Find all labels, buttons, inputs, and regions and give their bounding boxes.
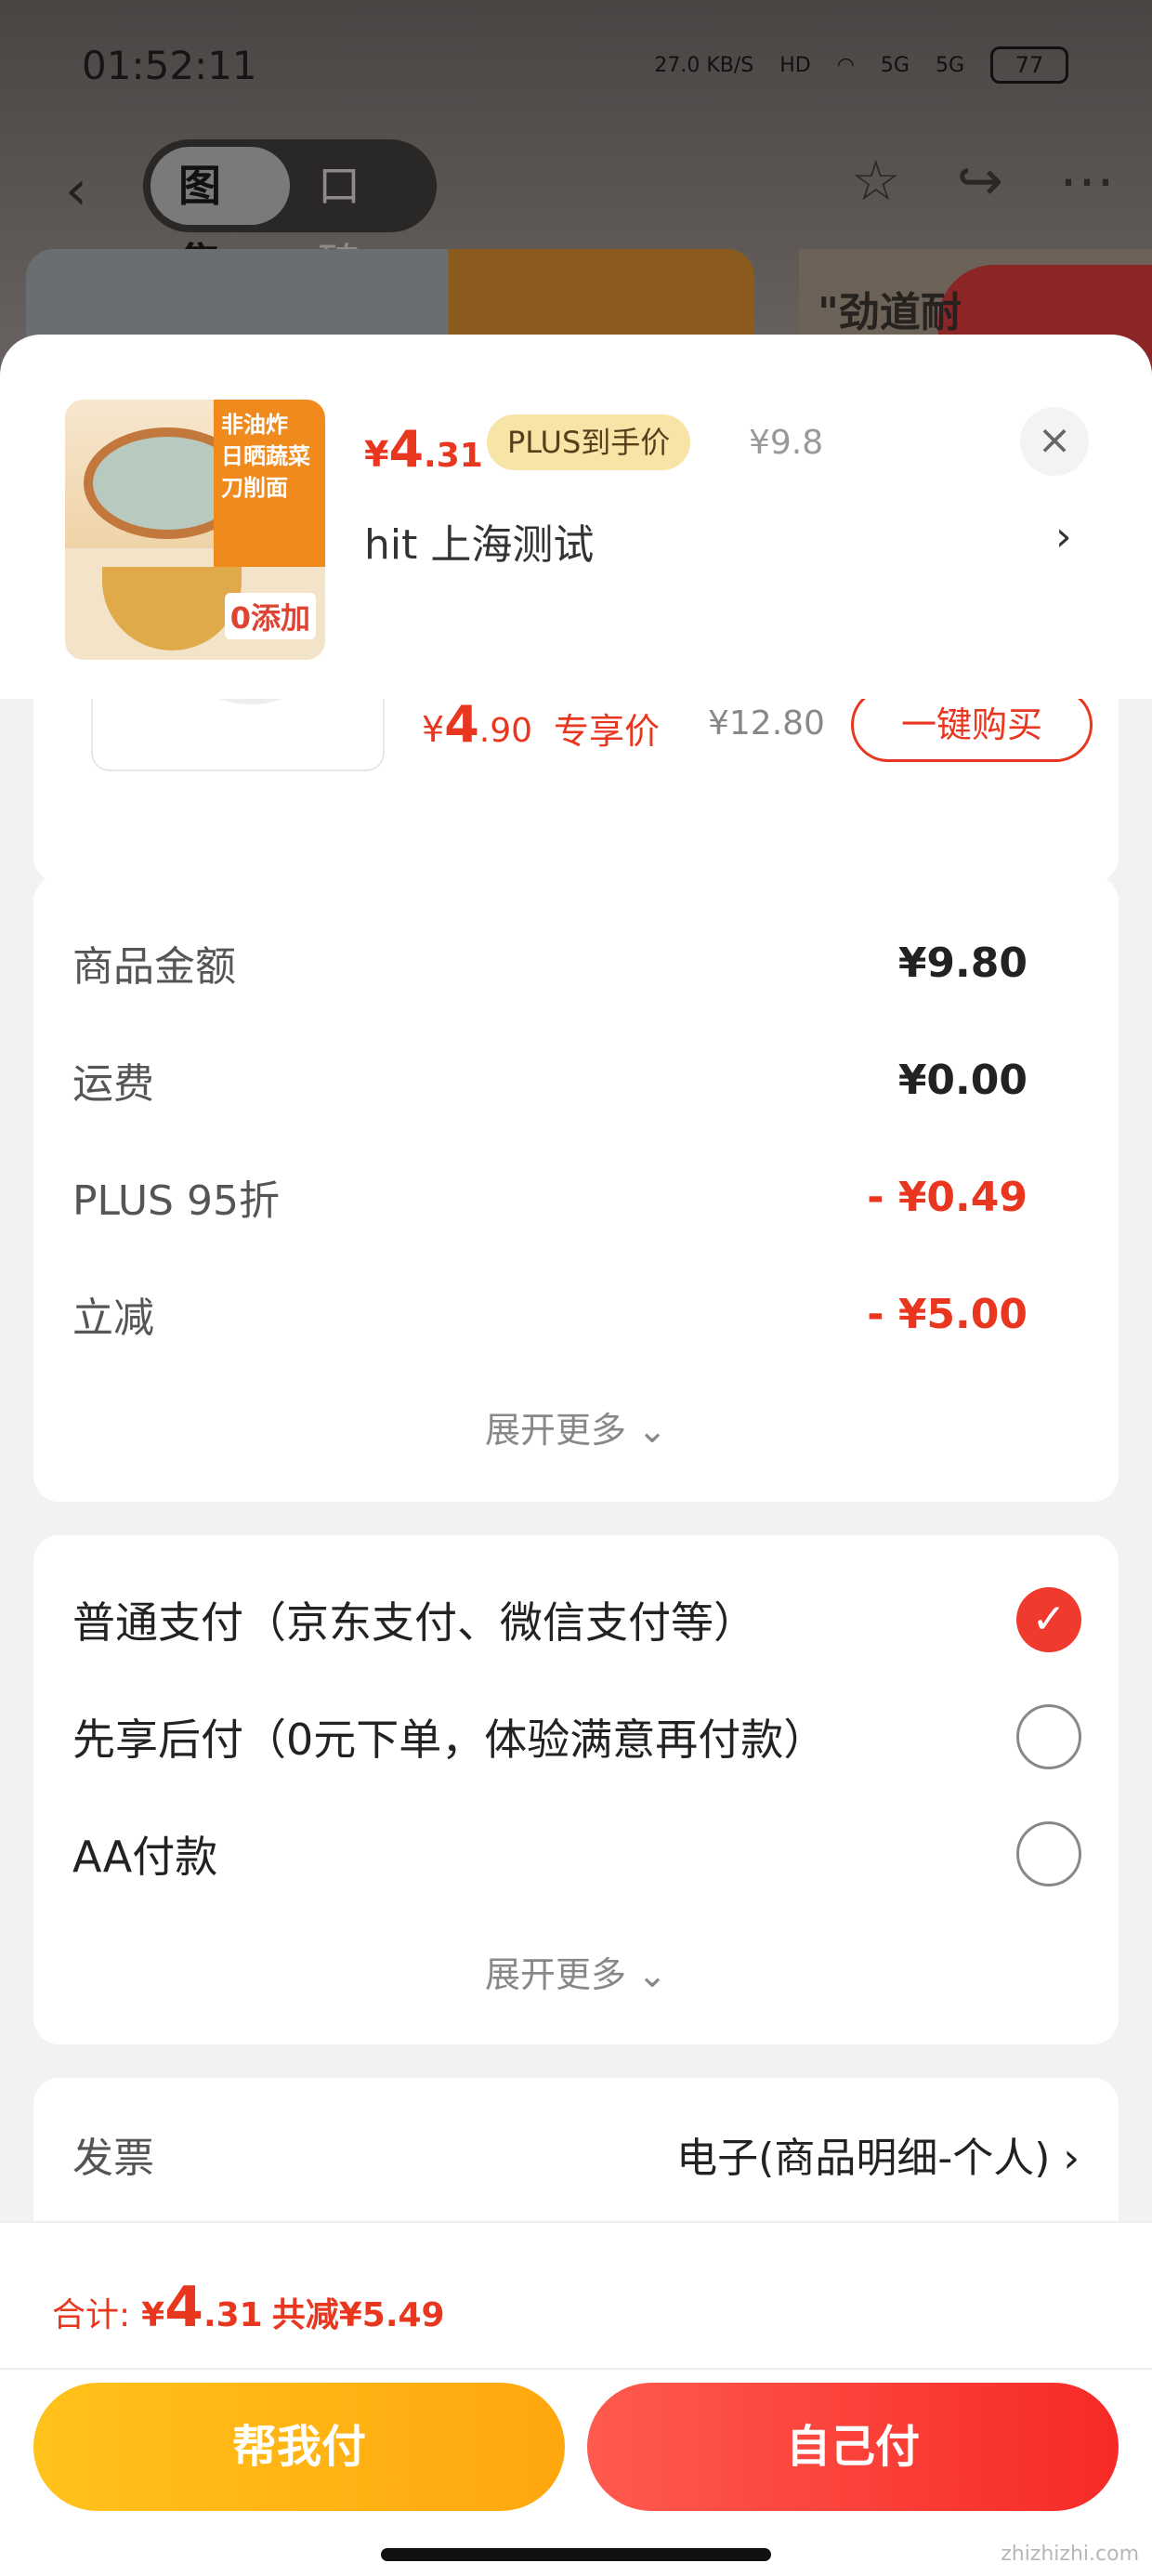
radio-icon[interactable] bbox=[1016, 1704, 1081, 1769]
price-breakdown: 商品金额 ¥9.80 运费 ¥0.00 PLUS 95折 - ¥0.49 立减 … bbox=[33, 875, 1119, 1502]
order-total: 合计: ¥ 4 .31 共减¥5.49 bbox=[52, 2275, 445, 2340]
header-price: ¥ 4 .31 bbox=[364, 420, 483, 479]
help-me-pay-button[interactable]: 帮我付 bbox=[33, 2383, 565, 2511]
tab-reviews[interactable]: 口碑 bbox=[290, 147, 429, 289]
home-indicator[interactable] bbox=[381, 2548, 771, 2561]
signal-icon-1: 5G bbox=[880, 53, 910, 77]
original-price: ¥9.8 bbox=[749, 424, 824, 462]
status-indicators: 27.0 KB/S HD ◠ 5G 5G 77 bbox=[654, 46, 1068, 84]
payment-option-standard[interactable]: 普通支付（京东支付、微信支付等） ✓ bbox=[72, 1587, 1081, 1652]
price-row-instant-discount: 立减 - ¥5.00 bbox=[72, 1290, 1028, 1343]
battery-icon: 77 bbox=[990, 46, 1068, 84]
recommend-price: ¥ 4 .90 bbox=[422, 695, 533, 754]
more-icon[interactable]: ⋯ bbox=[1059, 149, 1115, 214]
plus-price-tag: PLUS到手价 bbox=[487, 414, 691, 470]
price-row-plus-discount: PLUS 95折 - ¥0.49 bbox=[72, 1173, 1028, 1226]
close-icon: × bbox=[1037, 416, 1072, 464]
nav-actions: ☆ ↪ ⋯ bbox=[851, 149, 1115, 214]
product-thumbnail: 非油炸 日晒蔬菜 刀削面 0添加 bbox=[65, 400, 325, 660]
tab-gallery[interactable]: 图集 bbox=[151, 147, 290, 289]
total-discount: 共减¥5.49 bbox=[271, 2296, 445, 2334]
price-row-shipping: 运费 ¥0.00 bbox=[72, 1056, 1028, 1109]
net-speed: 27.0 KB/S bbox=[654, 53, 754, 77]
share-icon[interactable]: ↪ bbox=[957, 149, 1003, 214]
thumbnail-label: 非油炸 日晒蔬菜 刀削面 bbox=[214, 400, 325, 567]
gallery-tabs: 图集 口碑 bbox=[143, 139, 437, 289]
expand-more-payment-button[interactable]: 展开更多 ⌄ bbox=[33, 1946, 1119, 1997]
close-button[interactable]: × bbox=[1020, 407, 1089, 476]
pay-myself-button[interactable]: 自己付 bbox=[587, 2383, 1119, 2511]
status-time: 01:52:11 bbox=[82, 43, 257, 88]
wifi-icon: ◠ bbox=[836, 53, 855, 77]
radio-checked-icon[interactable]: ✓ bbox=[1016, 1587, 1081, 1652]
exclusive-price-tag: 专享价 bbox=[554, 711, 661, 752]
watermark: zhizhizhi.com bbox=[1001, 2543, 1139, 2566]
bowl-image bbox=[102, 567, 242, 651]
status-bar: 01:52:11 27.0 KB/S HD ◠ 5G 5G 77 bbox=[0, 37, 1152, 102]
radio-icon[interactable] bbox=[1016, 1821, 1081, 1886]
divider bbox=[0, 2368, 1152, 2370]
recommend-original-price: ¥12.80 bbox=[708, 704, 825, 743]
background-nav: ‹ 图集 口碑 ☆ ↪ ⋯ bbox=[0, 139, 1152, 289]
signal-icon-2: 5G bbox=[935, 53, 964, 77]
payment-methods: 普通支付（京东支付、微信支付等） ✓ 先享后付（0元下单，体验满意再付款） AA… bbox=[33, 1535, 1119, 2044]
background-app: 01:52:11 27.0 KB/S HD ◠ 5G 5G 77 ‹ 图集 口碑… bbox=[0, 0, 1152, 390]
back-icon[interactable]: ‹ bbox=[65, 158, 87, 223]
thumbnail-badge: 0添加 bbox=[224, 593, 316, 639]
product-header: 非油炸 日晒蔬菜 刀削面 0添加 ¥ 4 .31 PLUS到手价 ¥9.8 × … bbox=[0, 335, 1152, 699]
invoice-row[interactable]: 发票 电子(商品明细-个人) › bbox=[72, 2124, 1080, 2184]
expand-more-button[interactable]: 展开更多 ⌄ bbox=[33, 1401, 1119, 1452]
invoice-value: 电子(商品明细-个人) › bbox=[676, 2135, 1080, 2182]
payment-option-aa[interactable]: AA付款 bbox=[72, 1821, 1081, 1886]
product-name[interactable]: hit 上海测试 bbox=[364, 511, 594, 571]
payment-option-pay-later[interactable]: 先享后付（0元下单，体验满意再付款） bbox=[72, 1704, 1081, 1769]
star-icon[interactable]: ☆ bbox=[851, 149, 901, 214]
one-click-buy-button[interactable]: 一键购买 bbox=[851, 688, 1093, 762]
chevron-right-icon[interactable]: › bbox=[1055, 513, 1072, 560]
chevron-right-icon: › bbox=[1063, 2135, 1080, 2182]
bottom-action-bar: 合计: ¥ 4 .31 共减¥5.49 帮我付 自己付 zhizhizhi.co… bbox=[0, 2221, 1152, 2576]
hd-icon: HD bbox=[779, 53, 811, 77]
price-row-subtotal: 商品金额 ¥9.80 bbox=[72, 939, 1028, 992]
background-banner-text: "劲道耐 bbox=[818, 289, 962, 336]
